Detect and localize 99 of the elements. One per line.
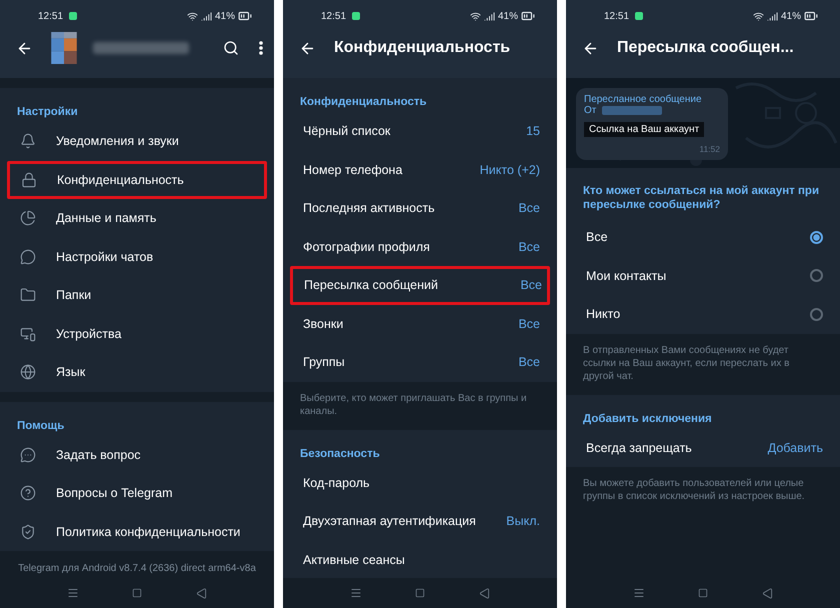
item-value: 15 xyxy=(526,124,540,138)
status-time: 12:51 xyxy=(604,10,630,22)
blurred-name xyxy=(602,106,662,115)
item-label: Фотографии профиля xyxy=(303,240,431,254)
screen-title: Конфиденциальность xyxy=(334,39,512,57)
item-label: Звонки xyxy=(303,316,344,331)
item-icon xyxy=(20,133,36,150)
item-label: Активные сеансы xyxy=(303,552,406,567)
wifi-icon xyxy=(752,10,764,22)
settings-item[interactable]: Код-пароль xyxy=(283,464,557,502)
item-label: Двухэтапная аутентификация xyxy=(303,514,477,528)
item-label: Всегда запрещать xyxy=(586,440,693,455)
notification-icon xyxy=(352,12,360,20)
settings-item[interactable]: Вопросы о Telegram xyxy=(0,474,274,512)
settings-item[interactable]: Чёрный список 15 xyxy=(283,112,557,150)
item-label: Код-пароль xyxy=(303,476,371,490)
item-label: Чёрный список xyxy=(303,124,392,138)
notification-icon xyxy=(635,12,644,20)
item-value: Все xyxy=(520,278,542,292)
item-icon xyxy=(20,364,36,380)
item-label: Номер телефона xyxy=(303,162,404,177)
section-title: Добавить исключения xyxy=(582,412,713,426)
settings-item[interactable]: Папки xyxy=(0,276,274,314)
wifi-icon xyxy=(186,10,198,22)
section-title: Безопасность xyxy=(299,446,381,462)
home-icon[interactable] xyxy=(698,588,708,598)
item-value: Никто (+2) xyxy=(480,162,540,177)
battery-icon xyxy=(804,9,818,23)
search-icon xyxy=(223,40,239,56)
settings-item[interactable]: Задать вопрос xyxy=(0,436,274,474)
settings-item[interactable]: Всегда запрещать Добавить xyxy=(566,428,840,467)
item-value: Все xyxy=(518,355,540,370)
radio-option[interactable]: Все xyxy=(566,218,840,256)
item-icon xyxy=(20,210,36,226)
item-icon xyxy=(20,287,36,304)
item-icon xyxy=(20,485,36,502)
battery-percent: 41% xyxy=(214,10,235,22)
section-title: Помощь xyxy=(16,418,66,434)
section-title: Конфиденциальность xyxy=(299,95,428,110)
settings-item[interactable]: Политика конфиденциальности xyxy=(0,512,274,551)
item-icon xyxy=(20,446,36,463)
status-time: 12:51 xyxy=(321,10,346,22)
home-icon[interactable] xyxy=(132,588,142,598)
add-link[interactable]: Добавить xyxy=(768,440,823,455)
item-icon xyxy=(21,172,37,188)
settings-item[interactable]: Группы Все xyxy=(283,343,557,382)
item-icon xyxy=(20,248,36,265)
item-value: Все xyxy=(518,240,540,254)
settings-item[interactable]: Последняя активность Все xyxy=(283,189,557,228)
settings-item[interactable]: Двухэтапная аутентификация Выкл. xyxy=(283,502,557,540)
settings-item[interactable]: Данные и память xyxy=(0,199,274,238)
settings-item[interactable]: Фотографии профиля Все xyxy=(283,228,557,266)
account-link-tooltip: Ссылка на Ваш аккаунт xyxy=(584,122,704,137)
home-icon[interactable] xyxy=(415,588,426,598)
wifi-icon xyxy=(470,10,481,22)
forwarded-label: Пересланное сообщение xyxy=(584,94,703,105)
item-icon xyxy=(20,524,36,540)
settings-item[interactable]: Активные сеансы xyxy=(283,540,557,579)
settings-item[interactable]: Звонки Все xyxy=(283,304,557,343)
item-value: Все xyxy=(518,201,540,216)
from-label: От xyxy=(584,105,596,116)
settings-item[interactable]: Уведомления и звуки xyxy=(0,122,274,160)
radio-icon[interactable] xyxy=(810,308,823,321)
settings-item[interactable]: Номер телефона Никто (+2) xyxy=(283,150,557,189)
back-icon[interactable] xyxy=(762,588,774,598)
settings-item[interactable]: Язык xyxy=(0,353,274,392)
menu-icon[interactable] xyxy=(66,587,79,599)
status-time: 12:51 xyxy=(38,10,64,22)
radio-option[interactable]: Мои контакты xyxy=(566,256,840,295)
settings-item[interactable]: Настройки чатов xyxy=(0,238,274,276)
settings-item[interactable]: Пересылка сообщений Все xyxy=(290,266,550,304)
message-time: 11:52 xyxy=(699,144,720,154)
radio-option[interactable]: Никто xyxy=(566,295,840,334)
avatar xyxy=(51,32,77,64)
item-label: Группы xyxy=(303,355,346,370)
battery-icon xyxy=(238,9,252,23)
item-label: Последняя активность xyxy=(303,201,436,216)
back-icon[interactable] xyxy=(479,588,490,598)
screen-title: Пересылка сообщен... xyxy=(617,39,795,57)
notification-icon xyxy=(69,12,78,20)
battery-percent: 41% xyxy=(780,10,801,22)
battery-icon xyxy=(521,9,535,23)
settings-item[interactable]: Устройства xyxy=(0,314,274,353)
battery-percent: 41% xyxy=(498,10,518,22)
item-icon xyxy=(20,326,36,342)
radio-icon[interactable] xyxy=(810,230,823,244)
item-label: Пересылка сообщений xyxy=(304,278,439,292)
menu-icon[interactable] xyxy=(632,587,645,599)
section-title: Кто может ссылаться на мой аккаунт при пересылке сообщений? xyxy=(582,184,820,213)
item-value: Выкл. xyxy=(506,514,540,528)
more-button[interactable] xyxy=(257,39,265,57)
settings-item[interactable]: Конфиденциальность xyxy=(7,160,267,199)
item-value: Все xyxy=(518,316,540,331)
back-icon[interactable] xyxy=(196,588,208,598)
menu-icon[interactable] xyxy=(350,587,362,599)
radio-icon[interactable] xyxy=(810,269,823,282)
more-icon xyxy=(259,41,263,55)
version-text: Telegram для Android v8.7.4 (2636) direct arm64-v8a xyxy=(17,562,257,576)
section-title: Настройки xyxy=(16,105,79,120)
